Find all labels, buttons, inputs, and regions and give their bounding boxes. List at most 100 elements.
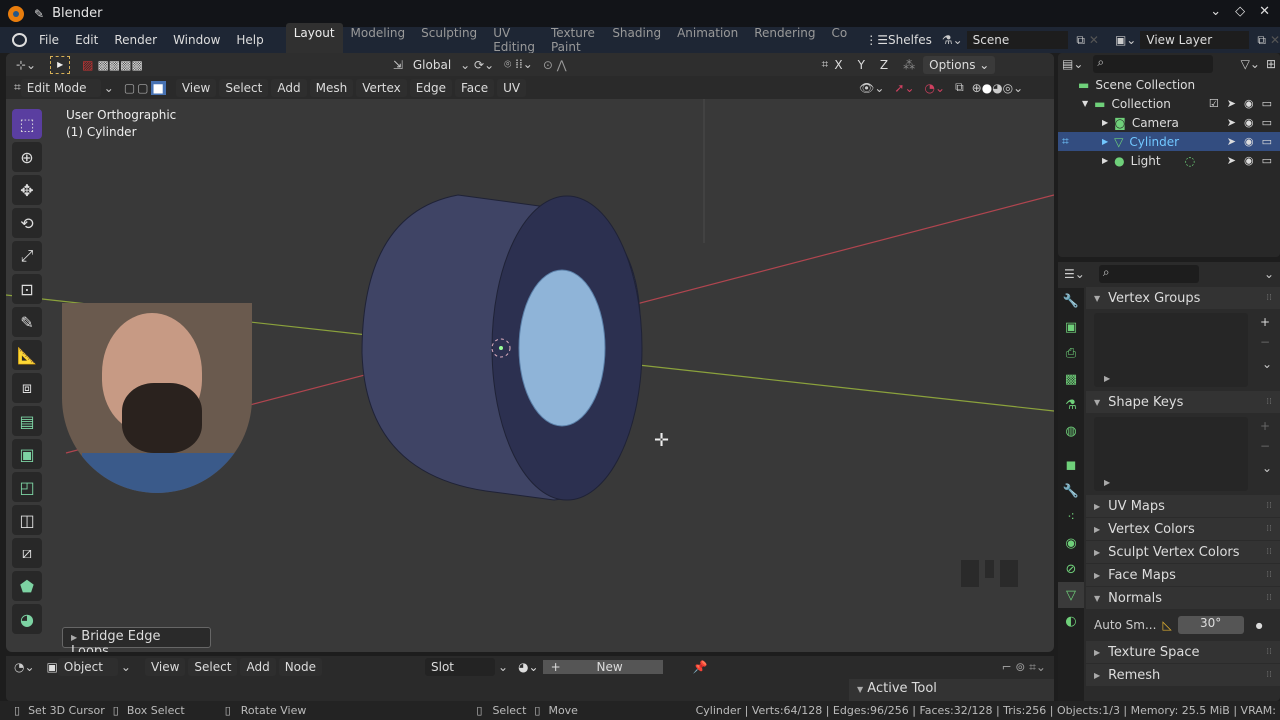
tab-compositing[interactable]: Co (824, 23, 856, 57)
menu-select[interactable]: Select (188, 658, 238, 676)
editor-type-icon[interactable]: ☰⌄ (1064, 267, 1085, 281)
delete-view-layer-icon[interactable]: ✕ (1270, 33, 1280, 47)
tab-texture-paint[interactable]: Texture Paint (543, 23, 604, 57)
object-tab[interactable]: ◼ (1058, 452, 1084, 478)
checkbox-icon[interactable]: ☑ (1209, 97, 1219, 110)
menu-add[interactable]: Add (271, 78, 307, 97)
select-mode-icon[interactable]: ▸ (50, 55, 71, 74)
editor-type-icon[interactable]: ◔⌄ (14, 660, 35, 674)
bevel-tool[interactable]: ◰ (12, 472, 42, 502)
scale-tool[interactable]: ⤢ (12, 241, 42, 271)
select-extend-icon[interactable]: ▩▩▩▩ (97, 58, 142, 72)
menu-select[interactable]: Select (219, 78, 269, 97)
menu-view[interactable]: View (144, 658, 186, 676)
render-tab[interactable]: ▣ (1058, 314, 1084, 340)
menu-file[interactable]: File (31, 33, 67, 47)
outliner-item[interactable]: ▶ ● Light ◌ ➤ ◉ ▭ (1058, 151, 1280, 170)
minimize-button[interactable]: ⌄ (1210, 4, 1221, 19)
mirror-y[interactable]: Y (851, 55, 871, 74)
render-icon[interactable]: ▭ (1262, 154, 1272, 167)
auto-smooth-angle-field[interactable]: 30° (1177, 616, 1244, 634)
snap-icons[interactable]: ⌐ ⊚ ⌗⌄ (1001, 660, 1046, 675)
gizmo-icon[interactable]: ➚⌄ (894, 81, 914, 95)
menu-add[interactable]: Add (240, 658, 276, 676)
filter-icon[interactable]: ▽⌄ (1241, 57, 1260, 71)
orientation-icon[interactable]: ⇲ (393, 58, 403, 72)
delete-scene-icon[interactable]: ✕ (1089, 33, 1099, 47)
chevron-down-icon[interactable]: ⌄ (121, 660, 131, 674)
rotate-tool[interactable]: ⟲ (12, 208, 42, 238)
display-mode-icon[interactable]: ▤⌄ (1062, 57, 1083, 71)
menu-view[interactable]: View (175, 78, 217, 97)
outliner-item[interactable]: ⌗ ▶ ▽ Cylinder ➤ ◉ ▭ (1058, 132, 1280, 151)
eye-icon[interactable]: ◉ (1244, 116, 1254, 129)
last-operator-panel[interactable]: ▶ Bridge Edge Loops (62, 627, 211, 652)
output-tab[interactable]: ⎙ (1058, 340, 1084, 366)
particles-tab[interactable]: ⁖ (1058, 504, 1084, 530)
edge-select-icon[interactable]: ▢ (137, 81, 148, 95)
measure-tool[interactable]: 📐 (12, 340, 42, 370)
modifier-tab[interactable]: 🔧 (1058, 478, 1084, 504)
view-layer-field[interactable]: View Layer (1140, 31, 1250, 49)
new-material-button[interactable]: + New (542, 660, 663, 674)
outliner-item[interactable]: ▬ Scene Collection (1058, 75, 1280, 94)
snap-icon[interactable]: ⌾ ⁞⁞⌄ (504, 57, 533, 72)
panel-texture-space[interactable]: ▶ Texture Space ⁞⁞ (1086, 641, 1280, 663)
vertex-select-icon[interactable]: ▢ (124, 81, 135, 95)
material-browse-icon[interactable]: ◕⌄ (518, 660, 539, 674)
active-tool-panel[interactable]: ▼ Active Tool (849, 679, 1054, 701)
new-view-layer-icon[interactable]: ⧉ (1257, 33, 1266, 48)
select-new-icon[interactable]: ▨ (82, 58, 93, 72)
select-icon[interactable]: ➤ (1227, 116, 1236, 129)
extrude-tool[interactable]: ▤ (12, 406, 42, 436)
3d-viewport[interactable]: ✛ ⊹⌄ ▸ ▨ ▩▩▩▩ ⇲ Global ⌄ ⟳⌄ ⌾ ⁞⁞⌄ ⊙ ⋀ ⌗ … (6, 53, 1054, 652)
tab-animation[interactable]: Animation (669, 23, 746, 57)
menu-uv[interactable]: UV (497, 78, 527, 97)
new-collection-icon[interactable]: ⊞ (1266, 57, 1276, 71)
navigation-widgets[interactable] (961, 560, 1018, 587)
render-icon[interactable]: ▭ (1262, 116, 1272, 129)
tab-modeling[interactable]: Modeling (343, 23, 414, 57)
overlay-icon[interactable]: ◔⌄ (925, 81, 946, 95)
view-layer-tab[interactable]: ▩ (1058, 366, 1084, 392)
scene-field[interactable]: Scene (966, 31, 1069, 49)
mirror-icon[interactable]: ⌗ (822, 57, 829, 72)
light-data-icon[interactable]: ◌ (1185, 154, 1195, 168)
tab-shading[interactable]: Shading (604, 23, 669, 57)
transform-pivot-icon[interactable]: ⊹⌄ (16, 58, 36, 72)
auto-merge-icon[interactable]: ⁂ (903, 58, 915, 72)
render-icon[interactable]: ▭ (1262, 97, 1272, 110)
select-icon[interactable]: ➤ (1227, 154, 1236, 167)
menu-edge[interactable]: Edge (409, 78, 452, 97)
select-box-tool[interactable]: ⬚ (12, 109, 42, 139)
chevron-down-icon[interactable]: ⌄ (1264, 267, 1274, 281)
solid-shading-icon[interactable]: ● (982, 81, 992, 95)
edit-mode-icon[interactable]: ⌗ (1062, 134, 1069, 149)
inset-tool[interactable]: ▣ (12, 439, 42, 469)
eye-icon[interactable]: ◉ (1244, 135, 1254, 148)
keyframe-dot-icon[interactable]: ● (1256, 621, 1263, 630)
orientation-dropdown[interactable]: Global (406, 55, 458, 74)
tab-layout[interactable]: Layout (285, 23, 343, 57)
menu-mesh[interactable]: Mesh (309, 78, 354, 97)
view-layer-icon[interactable]: ▣⌄ (1115, 33, 1136, 47)
expand-icon[interactable]: ▶ (1102, 137, 1108, 146)
remove-icon[interactable]: − (1260, 335, 1270, 349)
select-icon[interactable]: ➤ (1227, 97, 1236, 110)
expand-icon[interactable]: ▼ (1082, 99, 1088, 108)
spin-tool[interactable]: ◕ (12, 604, 42, 634)
chevron-down-icon[interactable]: ⌄ (1262, 461, 1272, 475)
material-tab[interactable]: ◐ (1058, 608, 1084, 634)
shader-type-dropdown[interactable]: Object (57, 658, 118, 676)
menu-edit[interactable]: Edit (67, 33, 106, 47)
face-select-icon[interactable]: ■ (150, 80, 166, 95)
scene-tab[interactable]: ⚗ (1058, 392, 1084, 418)
menu-vertex[interactable]: Vertex (356, 78, 407, 97)
pivot-dropdown[interactable]: ⌄ ⟳⌄ (460, 58, 494, 72)
add-icon[interactable]: + (1260, 419, 1270, 433)
remove-icon[interactable]: − (1260, 439, 1270, 453)
tab-sculpting[interactable]: Sculpting (413, 23, 485, 57)
constraints-tab[interactable]: ⊘ (1058, 556, 1084, 582)
loop-cut-tool[interactable]: ◫ (12, 505, 42, 535)
properties-search[interactable]: ⌕ (1098, 265, 1199, 283)
